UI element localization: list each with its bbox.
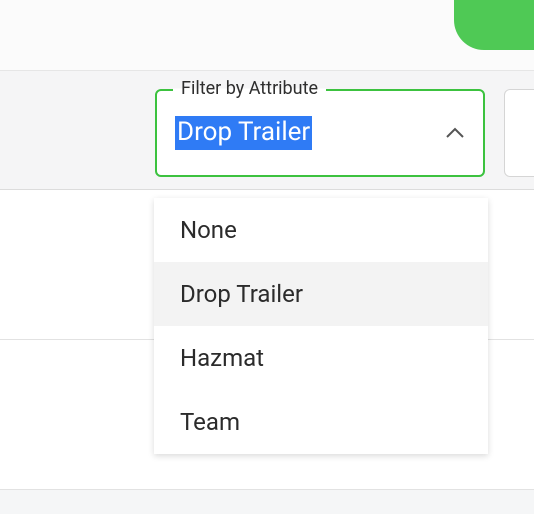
filter-dropdown: None Drop Trailer Hazmat Team [154,198,488,454]
filter-label: Filter by Attribute [173,78,326,99]
chevron-up-icon[interactable] [445,123,465,143]
option-drop-trailer[interactable]: Drop Trailer [154,262,488,326]
primary-action-button[interactable] [454,0,534,50]
filter-by-attribute-select[interactable]: Filter by Attribute Drop Trailer [155,89,485,177]
option-team[interactable]: Team [154,390,488,454]
filter-bar: Filter by Attribute Drop Trailer [0,70,534,190]
option-none[interactable]: None [154,198,488,262]
top-bar [0,0,534,70]
option-hazmat[interactable]: Hazmat [154,326,488,390]
filter-label-text: Filter by Attribute [181,78,318,99]
filter-selected-value[interactable]: Drop Trailer [175,116,312,150]
adjacent-field[interactable] [504,89,534,177]
